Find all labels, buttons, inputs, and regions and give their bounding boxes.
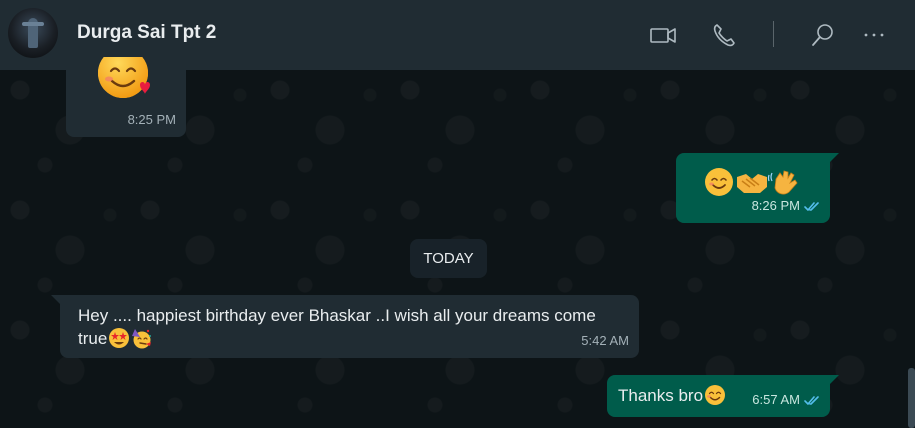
read-receipt-icon bbox=[804, 396, 819, 405]
message-time: 8:26 PM bbox=[751, 198, 800, 213]
partying-face-emoji bbox=[132, 329, 152, 349]
smiling-face-emoji bbox=[705, 385, 726, 405]
smiling-face-with-hearts-emoji bbox=[98, 57, 150, 98]
message-meta: 6:57 AM bbox=[752, 388, 820, 411]
avatar[interactable] bbox=[8, 8, 58, 58]
message-text: Hey .... happiest birthday ever Bhaskar … bbox=[78, 306, 596, 348]
bubble-tail bbox=[829, 153, 839, 163]
read-receipt-icon bbox=[804, 202, 819, 211]
incoming-message[interactable]: 8:25 PM bbox=[66, 57, 186, 137]
star-struck-emoji bbox=[109, 328, 130, 348]
header-divider bbox=[773, 21, 774, 47]
video-call-icon[interactable] bbox=[648, 20, 678, 50]
message-text-container: Hey .... happiest birthday ever Bhaskar … bbox=[78, 304, 618, 350]
waving-hand-emoji bbox=[767, 170, 798, 195]
handshake-emoji bbox=[737, 174, 767, 193]
message-time: 8:25 PM bbox=[127, 112, 176, 127]
smiling-face-emoji bbox=[705, 168, 733, 196]
incoming-message[interactable]: Hey .... happiest birthday ever Bhaskar … bbox=[51, 295, 639, 358]
message-time: 6:57 AM bbox=[752, 392, 800, 407]
message-time: 5:42 AM bbox=[581, 333, 629, 348]
chat-scrollbar[interactable] bbox=[908, 368, 915, 428]
contact-name[interactable]: Durga Sai Tpt 2 bbox=[77, 22, 216, 44]
date-separator: TODAY bbox=[410, 239, 487, 278]
message-meta: 8:26 PM bbox=[752, 194, 820, 217]
avatar-figure-arms bbox=[22, 22, 44, 26]
outgoing-message[interactable]: 8:26 PM bbox=[676, 153, 839, 223]
message-text-container: Thanks bro bbox=[618, 384, 726, 407]
voice-call-icon[interactable] bbox=[710, 20, 740, 50]
more-options-icon[interactable] bbox=[860, 20, 890, 50]
bubble-tail bbox=[829, 375, 839, 385]
outgoing-message[interactable]: Thanks bro 6:57 AM bbox=[607, 375, 839, 417]
emoji-row bbox=[705, 168, 798, 196]
message-text: Thanks bro bbox=[618, 386, 704, 405]
bubble-tail bbox=[51, 295, 61, 305]
search-icon[interactable] bbox=[808, 20, 838, 50]
